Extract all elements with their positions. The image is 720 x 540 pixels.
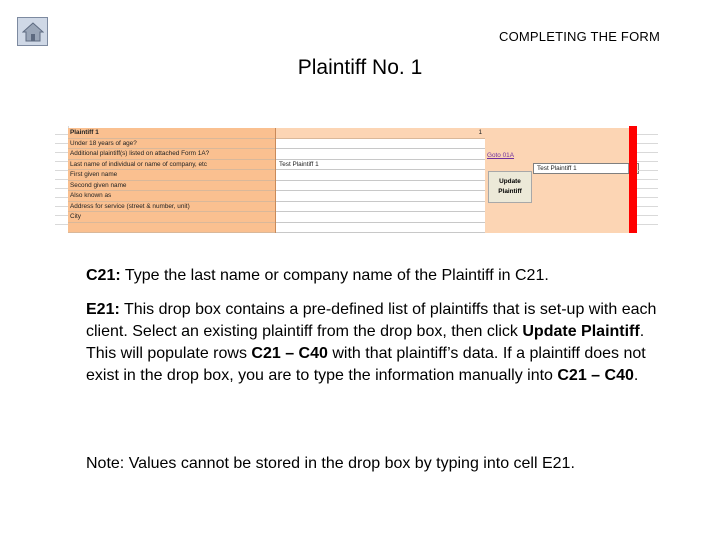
punctuation: .: [544, 267, 549, 284]
sheet-label-row: Plaintiff 1: [68, 128, 275, 139]
bold-term: Update Plaintiff: [522, 323, 640, 340]
sheet-value-cell[interactable]: 1: [276, 128, 485, 139]
cell-ref-c21: C21:: [86, 267, 121, 284]
instruction-c21: C21: Type the last name or company name …: [86, 265, 666, 287]
house-icon: [21, 21, 44, 41]
sheet-label: City: [70, 213, 82, 220]
punctuation: .: [633, 367, 639, 384]
sheet-value-cell[interactable]: [276, 223, 485, 233]
sheet-value-cell[interactable]: [276, 191, 485, 202]
sheet-label-row: City: [68, 212, 275, 223]
column-a: [55, 126, 69, 233]
sheet-value-cell[interactable]: Test Plaintiff 1: [276, 160, 485, 170]
label-column: Plaintiff 1 Under 18 years of age? Additio…: [68, 128, 276, 233]
dropdown-value: Test Plaintiff 1: [537, 165, 577, 172]
sheet-label-row: Second given name: [68, 181, 275, 191]
sheet-value-cell[interactable]: [276, 170, 485, 181]
instruction-e21: E21: This drop box contains a pre-define…: [86, 299, 666, 387]
right-grid: [637, 126, 658, 233]
spreadsheet-screenshot: Plaintiff 1 Under 18 years of age? Additio…: [55, 126, 658, 233]
note: Note: Values cannot be stored in the dro…: [86, 455, 575, 472]
sheet-label: Under 18 years of age?: [70, 139, 137, 147]
sheet-value-cell[interactable]: [276, 202, 485, 212]
sheet-label: Address for service (street & number, un…: [70, 202, 190, 210]
sheet-number: 1: [478, 129, 482, 136]
sheet-label-row: [68, 223, 275, 233]
goto-link[interactable]: Goto 01A: [487, 152, 514, 159]
bold-range: C21 – C40: [251, 345, 328, 362]
sheet-value-cell[interactable]: [276, 212, 485, 223]
sheet-label: Also known as: [70, 192, 112, 199]
bold-range: C21 – C40: [557, 367, 634, 384]
sheet-value-cell[interactable]: [276, 149, 485, 160]
value-column: 1 Test Plaintiff 1: [276, 128, 485, 233]
sheet-label: Plaintiff 1: [70, 129, 99, 136]
sheet-label: Additional plaintiff(s) listed on attach…: [70, 150, 210, 157]
sheet-label: Last name of individual or name of compa…: [70, 160, 207, 168]
sheet-label: First given name: [70, 171, 118, 178]
cell-ref: C21: [514, 267, 545, 284]
instruction-text: Type the last name or company name of th…: [120, 267, 515, 284]
update-button-line2: Plaintiff: [498, 188, 522, 195]
home-button[interactable]: [17, 17, 48, 46]
page-title: Plaintiff No. 1: [297, 56, 423, 79]
sheet-label-row: Under 18 years of age?: [68, 139, 275, 149]
sheet-label-row: First given name: [68, 170, 275, 181]
sheet-value: Test Plaintiff 1: [279, 160, 319, 168]
update-plaintiff-button[interactable]: Update Plaintiff: [488, 171, 532, 203]
sheet-label-row: Also known as: [68, 191, 275, 202]
section-header: COMPLETING THE FORM: [498, 29, 660, 44]
update-button-line1: Update: [499, 178, 521, 185]
sheet-label-row: Address for service (street & number, un…: [68, 202, 275, 212]
note-text: Note: Values cannot be stored in the dro…: [86, 453, 666, 475]
sheet-label-row: Last name of individual or name of compa…: [68, 160, 275, 170]
plaintiff-dropdown[interactable]: Test Plaintiff 1: [533, 163, 639, 174]
sheet-value-cell[interactable]: [276, 139, 485, 149]
cell-ref-e21: E21:: [86, 301, 120, 318]
sheet-label: Second given name: [70, 181, 127, 189]
red-column-marker: [629, 126, 637, 233]
sheet-value-cell[interactable]: [276, 181, 485, 191]
sheet-label-row: Additional plaintiff(s) listed on attach…: [68, 149, 275, 160]
